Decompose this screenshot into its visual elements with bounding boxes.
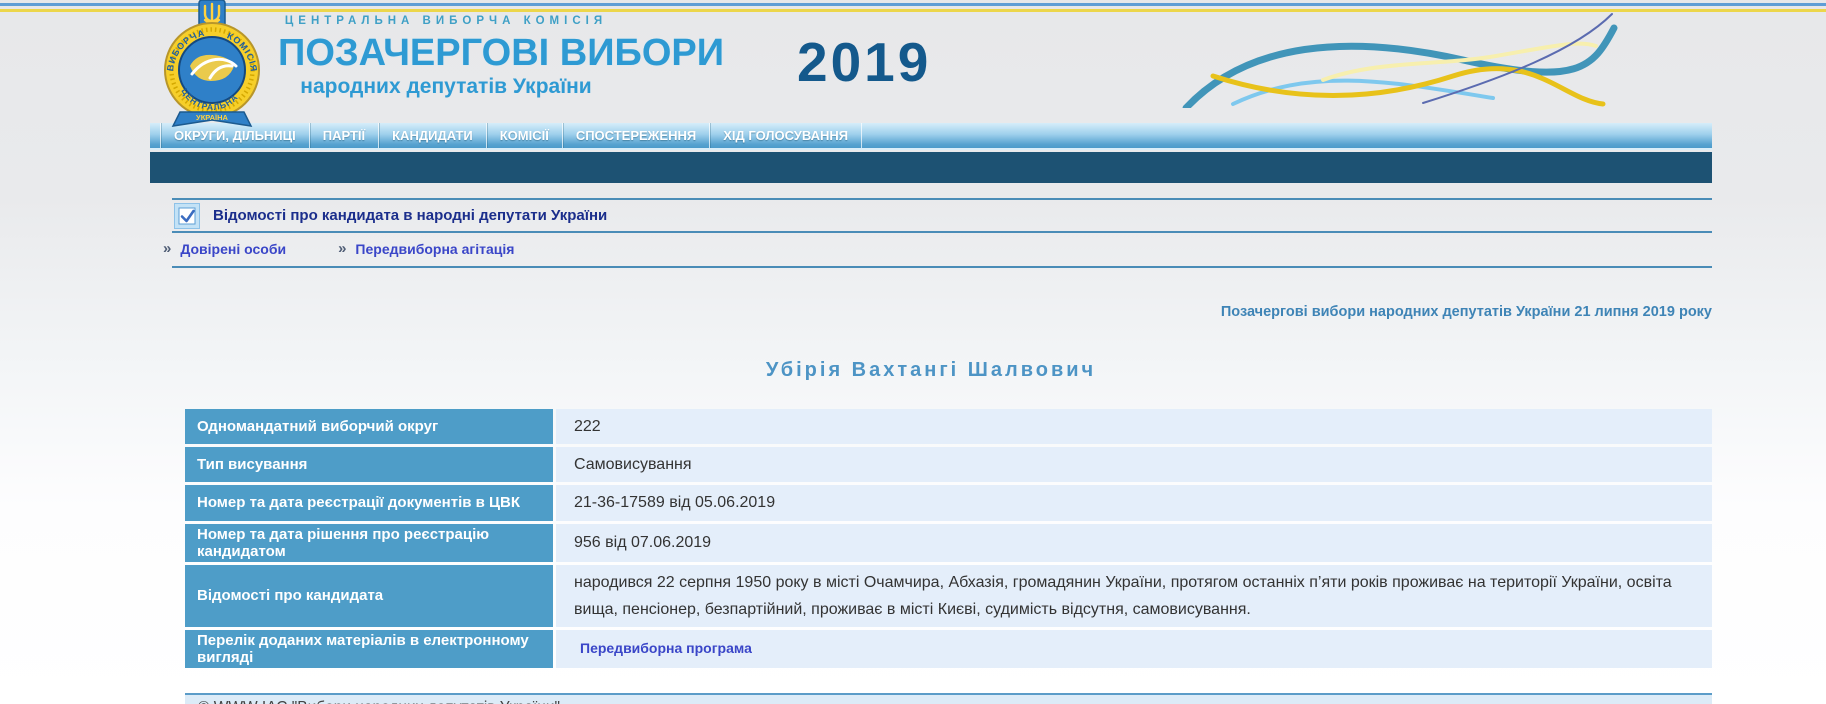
candidate-name-heading: Убірія Вахтангі Шалвович: [150, 359, 1712, 382]
row-label: Відомості про кандидата: [185, 565, 553, 627]
nav-item-observation[interactable]: СПОСТЕРЕЖЕННЯ: [562, 123, 709, 148]
nav-item-voting-progress[interactable]: ХІД ГОЛОСУВАННЯ: [709, 123, 862, 148]
row-value: 956 від 07.06.2019: [556, 524, 1712, 562]
election-date-label: Позачергові вибори народних депутатів Ук…: [150, 304, 1712, 320]
main-content: Відомості про кандидата в народні депута…: [150, 198, 1712, 704]
main-nav: ОКРУГИ, ДІЛЬНИЦІ ПАРТІЇ КАНДИДАТИ КОМІСІ…: [150, 123, 1712, 150]
double-chevron-icon: »: [163, 240, 171, 257]
swoosh-icon: [1178, 8, 1618, 108]
row-label: Одномандатний виборчий округ: [185, 409, 553, 444]
table-row: Номер та дата рішення про реєстрацію кан…: [185, 524, 1712, 562]
logo-ribbon-text: УКРАЇНА: [196, 113, 228, 122]
divider: [172, 266, 1712, 268]
row-label: Номер та дата рішення про реєстрацію кан…: [185, 524, 553, 562]
nav-item-parties[interactable]: ПАРТІЇ: [309, 123, 378, 148]
table-row: Відомості про кандидата народився 22 сер…: [185, 565, 1712, 627]
table-row: Перелік доданих матеріалів в електронном…: [185, 630, 1712, 668]
link-label: Передвиборна агітація: [355, 241, 514, 257]
decorative-swoosh: [1178, 8, 1618, 113]
row-value: Передвиборна програма: [556, 630, 1712, 668]
row-label: Номер та дата реєстрації документів в ЦВ…: [185, 485, 553, 520]
nav-item-candidates[interactable]: КАНДИДАТИ: [378, 123, 486, 148]
ballot-checkbox-icon: [174, 203, 200, 229]
site-header: ЦЕНТРАЛЬНА ВИБОРЧА КОМІСІЯ ПОЗАЧЕРГОВІ В…: [278, 15, 614, 99]
cec-emblem-icon: ВИБОРЧА КОМІСІЯ ЦЕНТРАЛЬНА УКРАЇНА: [152, 0, 272, 130]
sub-links: » Довірені особи » Передвиборна агітація: [150, 233, 1712, 266]
row-value: 222: [556, 409, 1712, 444]
section-header: Відомості про кандидата в народні депута…: [150, 200, 1712, 231]
page-title: Відомості про кандидата в народні депута…: [213, 207, 607, 224]
pre-election-program-link[interactable]: Передвиборна програма: [574, 637, 752, 661]
row-value: 21-36-17589 від 05.06.2019: [556, 485, 1712, 520]
link-trusted-persons[interactable]: » Довірені особи: [163, 240, 286, 257]
cec-name: ЦЕНТРАЛЬНА ВИБОРЧА КОМІСІЯ: [278, 15, 614, 27]
page: ВИБОРЧА КОМІСІЯ ЦЕНТРАЛЬНА УКРАЇНА ЦЕНТР…: [0, 0, 1826, 704]
page-footer: © WWW ІАС "Вибори народних депутатів Укр…: [185, 693, 1712, 704]
nav-item-commissions[interactable]: КОМІСІЇ: [486, 123, 562, 148]
row-label: Тип висування: [185, 447, 553, 482]
double-chevron-icon: »: [338, 240, 346, 257]
site-subtitle: народних депутатів України: [278, 75, 614, 99]
row-value: Самовисування: [556, 447, 1712, 482]
row-value: народився 22 серпня 1950 року в місті Оч…: [556, 565, 1712, 627]
site-title: ПОЗАЧЕРГОВІ ВИБОРИ: [278, 34, 614, 72]
secondary-nav-bar: [150, 152, 1712, 183]
link-label: Довірені особи: [180, 241, 286, 257]
link-pre-election-agitation[interactable]: » Передвиборна агітація: [338, 240, 514, 257]
cec-emblem-logo[interactable]: ВИБОРЧА КОМІСІЯ ЦЕНТРАЛЬНА УКРАЇНА: [152, 0, 272, 130]
copyright-text: © WWW ІАС "Вибори народних депутатів Укр…: [198, 699, 560, 704]
table-row: Тип висування Самовисування: [185, 447, 1712, 482]
flag-stripe-blue: [0, 3, 1826, 6]
table-row: Одномандатний виборчий округ 222: [185, 409, 1712, 444]
table-row: Номер та дата реєстрації документів в ЦВ…: [185, 485, 1712, 520]
row-label: Перелік доданих матеріалів в електронном…: [185, 630, 553, 668]
candidate-info-table: Одномандатний виборчий округ 222 Тип вис…: [185, 409, 1712, 668]
election-year: 2019: [797, 30, 931, 94]
